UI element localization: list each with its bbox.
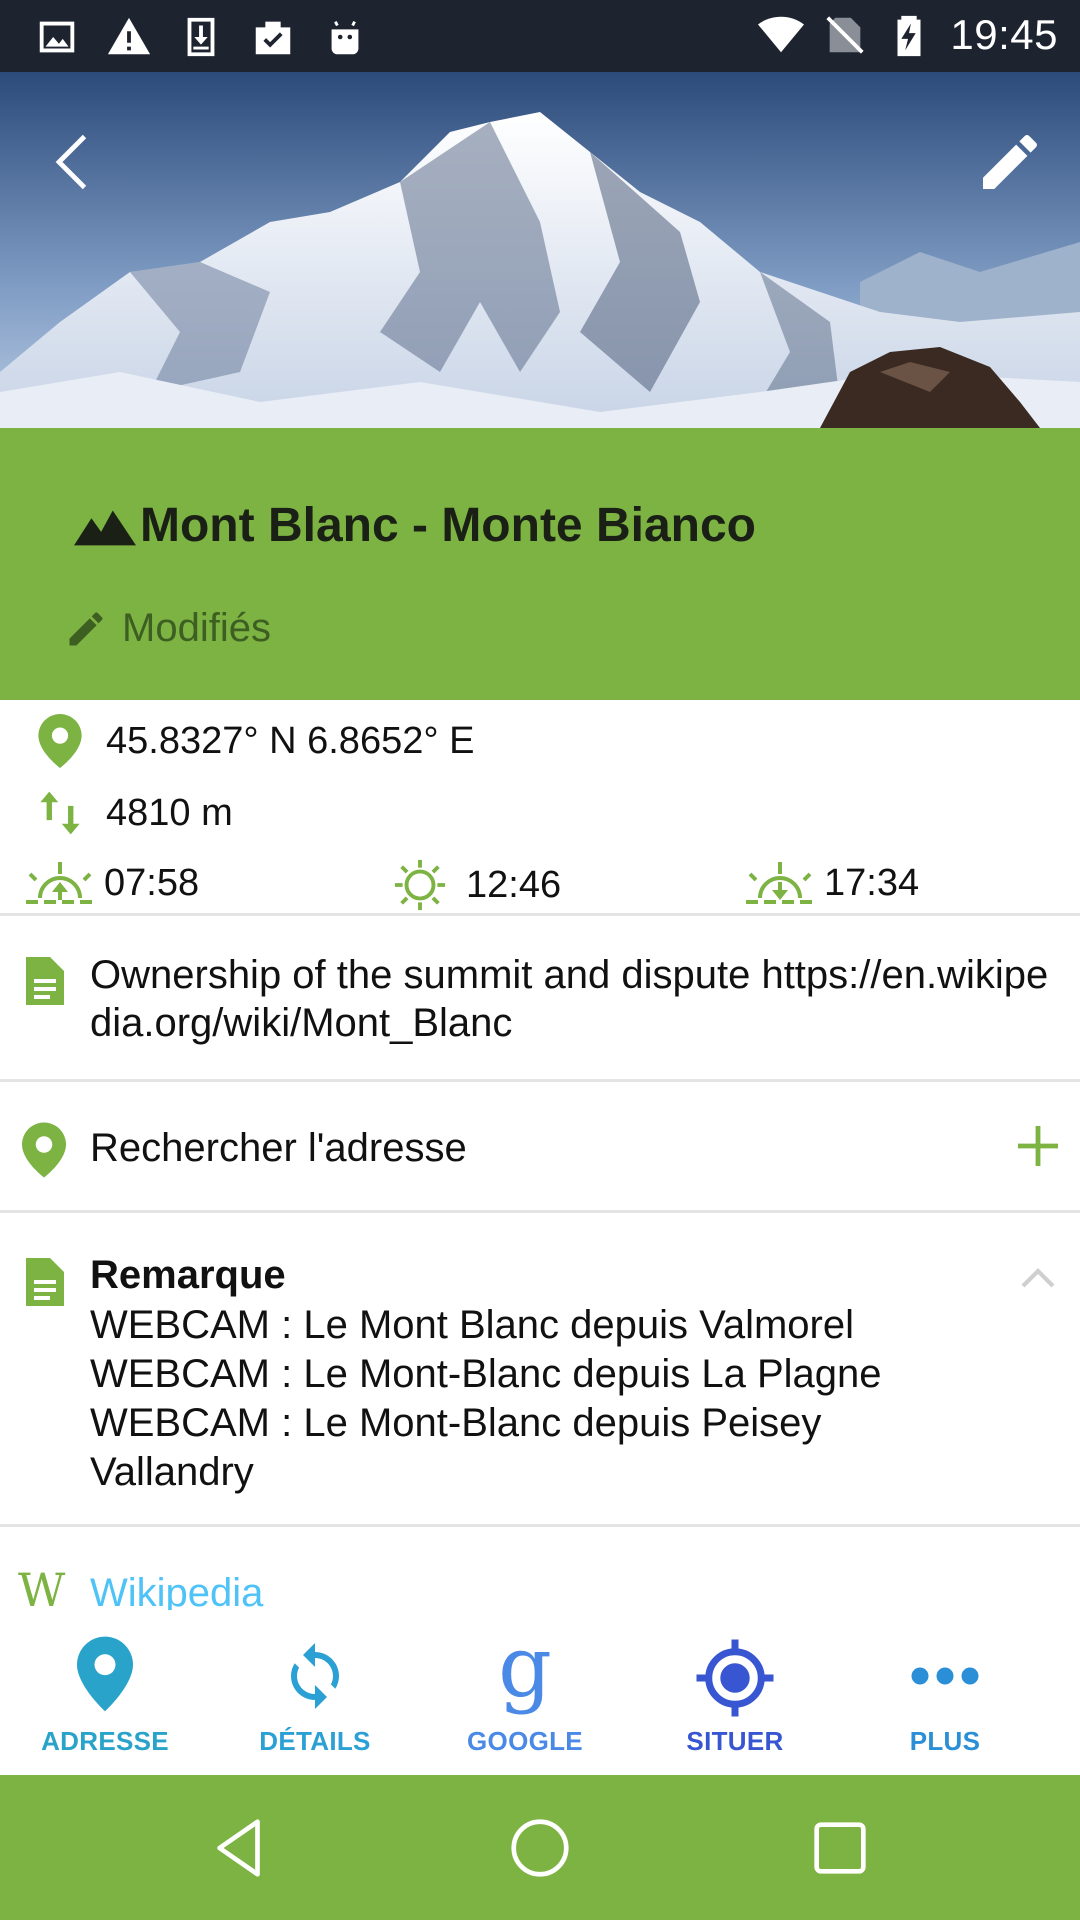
- elevation-arrows-icon: [40, 791, 80, 835]
- android-icon: [331, 21, 359, 55]
- details-action-button[interactable]: DÉTAILS: [210, 1610, 420, 1775]
- no-sim-icon: [826, 16, 864, 54]
- more-action-button[interactable]: PLUS: [840, 1610, 1050, 1775]
- sunset-icon: [746, 862, 814, 904]
- action-label: DÉTAILS: [259, 1726, 371, 1756]
- description-text: Ownership of the summit and dispute http…: [90, 953, 1049, 1045]
- pencil-icon: [69, 611, 103, 645]
- place-title-row: Mont Blanc - Monte Bianco: [74, 498, 756, 553]
- clock: 19:45: [950, 11, 1058, 58]
- google-icon: g: [498, 1636, 552, 1716]
- battery-charging-icon: [897, 15, 921, 57]
- pencil-icon: [983, 134, 1037, 189]
- wikipedia-icon: W: [18, 1563, 66, 1617]
- triangle-back-icon: [217, 1819, 260, 1877]
- action-label: ADRESSE: [41, 1726, 169, 1756]
- sunset-time: 17:34: [824, 861, 920, 904]
- mountain-icon: [74, 510, 136, 545]
- circle-home-icon: [511, 1819, 569, 1877]
- image-icon: [39, 21, 75, 53]
- warning-icon: [107, 17, 151, 55]
- place-info: 45.8327° N 6.8652° E 4810 m 07:58 12:46 …: [0, 700, 1080, 914]
- address-action-button[interactable]: ADRESSE: [0, 1610, 210, 1775]
- modified-label: Modifiés: [122, 606, 271, 650]
- solar-noon-row: 12:46: [390, 858, 561, 912]
- divider: [0, 913, 1080, 916]
- modified-indicator: Modifiés: [64, 606, 271, 651]
- remark-title: Remarque: [90, 1253, 286, 1297]
- crosshair-icon: [696, 1639, 774, 1717]
- svg-text:g: g: [498, 1636, 552, 1716]
- remark-line: WEBCAM : Le Mont Blanc depuis Valmorel: [90, 1303, 855, 1347]
- google-action-button[interactable]: g GOOGLE: [420, 1610, 630, 1775]
- wifi-icon: [758, 16, 805, 53]
- locate-action-button[interactable]: SITUER: [630, 1610, 840, 1775]
- chevron-up-icon[interactable]: [1018, 1261, 1058, 1291]
- remark-text: WEBCAM : Le Mont Blanc depuis Valmorel W…: [90, 1301, 990, 1497]
- mountain-photo: [0, 72, 1080, 428]
- sunrise-time: 07:58: [104, 861, 200, 904]
- refresh-icon: [291, 1643, 339, 1709]
- nav-recents-button[interactable]: [800, 1811, 880, 1885]
- edit-button[interactable]: [960, 112, 1060, 212]
- chevron-left-icon: [55, 134, 87, 190]
- remark-section: Remarque WEBCAM : Le Mont Blanc depuis V…: [0, 1213, 1080, 1524]
- sunrise-row: 07:58: [22, 858, 199, 908]
- status-bar: 19:45: [0, 0, 1080, 72]
- description-section[interactable]: Ownership of the summit and dispute http…: [0, 917, 1080, 1079]
- coordinates-row[interactable]: 45.8327° N 6.8652° E: [38, 714, 474, 768]
- nav-home-button[interactable]: [500, 1811, 580, 1885]
- document-icon: [26, 1258, 64, 1306]
- map-pin-icon: [22, 1122, 66, 1178]
- add-icon[interactable]: [1014, 1122, 1062, 1170]
- solar-noon-time: 12:46: [466, 863, 562, 906]
- remark-line: WEBCAM : Le Mont-Blanc depuis Peisey Val…: [90, 1401, 822, 1494]
- elevation: 4810 m: [106, 791, 233, 834]
- hero-photo: [0, 72, 1080, 428]
- download-icon: [187, 17, 215, 57]
- title-header: Mont Blanc - Monte Bianco Modifiés: [0, 428, 1080, 700]
- coordinates: 45.8327° N 6.8652° E: [106, 719, 475, 762]
- remark-line: WEBCAM : Le Mont-Blanc depuis La Plagne: [90, 1352, 882, 1396]
- nav-back-button[interactable]: [200, 1811, 280, 1885]
- place-title: Mont Blanc - Monte Bianco: [140, 499, 756, 552]
- search-address-label: Rechercher l'adresse: [90, 1126, 467, 1170]
- search-address-row[interactable]: Rechercher l'adresse: [0, 1082, 1080, 1210]
- sunrise-icon: [26, 862, 94, 904]
- sun-icon: [394, 859, 446, 911]
- system-navigation-bar: [0, 1775, 1080, 1920]
- system-status: 19:45: [758, 10, 1058, 60]
- action-label: PLUS: [909, 1726, 981, 1756]
- map-pin-icon: [77, 1636, 133, 1712]
- back-button[interactable]: [24, 112, 124, 212]
- more-icon: [911, 1667, 979, 1685]
- map-pin-icon: [38, 714, 82, 768]
- square-recents-icon: [814, 1822, 866, 1874]
- document-icon: [26, 957, 64, 1005]
- bottom-action-bar: ADRESSE DÉTAILS g GOOGLE SITUER PLUS: [0, 1610, 1080, 1775]
- elevation-row: 4810 m: [38, 788, 233, 838]
- clipboard-check-icon: [255, 21, 291, 55]
- action-label: SITUER: [686, 1726, 784, 1756]
- notification-icons: [34, 14, 368, 60]
- sunset-row: 17:34: [742, 858, 919, 908]
- action-label: GOOGLE: [467, 1726, 583, 1756]
